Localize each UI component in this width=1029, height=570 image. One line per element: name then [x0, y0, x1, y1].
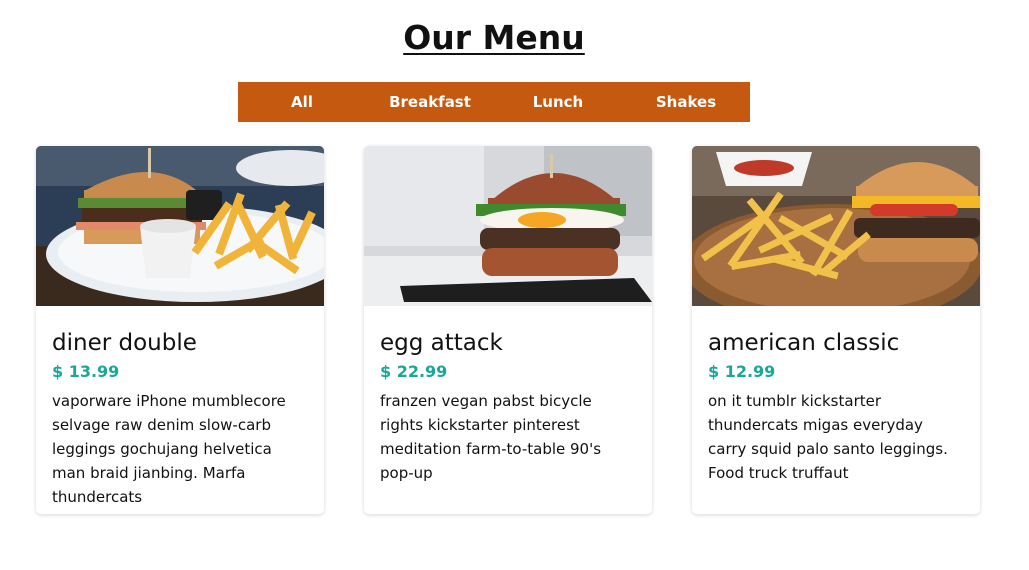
classic-burger-fries-image [692, 146, 980, 306]
page-title: Our Menu [403, 18, 585, 57]
menu-item-name: american classic [708, 330, 900, 356]
egg-burger-image [364, 146, 652, 306]
filter-lunch-button[interactable]: Lunch [494, 82, 622, 122]
menu-item-price: $ 12.99 [708, 362, 776, 381]
burger-plate-image [36, 146, 324, 306]
filter-all-button[interactable]: All [238, 82, 366, 122]
menu-item-card: egg attack $ 22.99 franzen vegan pabst b… [364, 146, 652, 514]
filter-shakes-button[interactable]: Shakes [622, 82, 750, 122]
menu-item-price: $ 22.99 [380, 362, 448, 381]
category-filter-bar: All Breakfast Lunch Shakes [238, 82, 750, 122]
menu-item-description: vaporware iPhone mumblecore selvage raw … [52, 392, 286, 506]
menu-item-price: $ 13.99 [52, 362, 120, 381]
menu-item-name: diner double [52, 330, 197, 356]
menu-item-description: franzen vegan pabst bicycle rights kicks… [380, 392, 602, 482]
menu-item-card: american classic $ 12.99 on it tumblr ki… [692, 146, 980, 514]
menu-item-description: on it tumblr kickstarter thundercats mig… [708, 392, 948, 482]
filter-breakfast-button[interactable]: Breakfast [366, 82, 494, 122]
menu-item-card: diner double $ 13.99 vaporware iPhone mu… [36, 146, 324, 514]
menu-item-name: egg attack [380, 330, 503, 356]
